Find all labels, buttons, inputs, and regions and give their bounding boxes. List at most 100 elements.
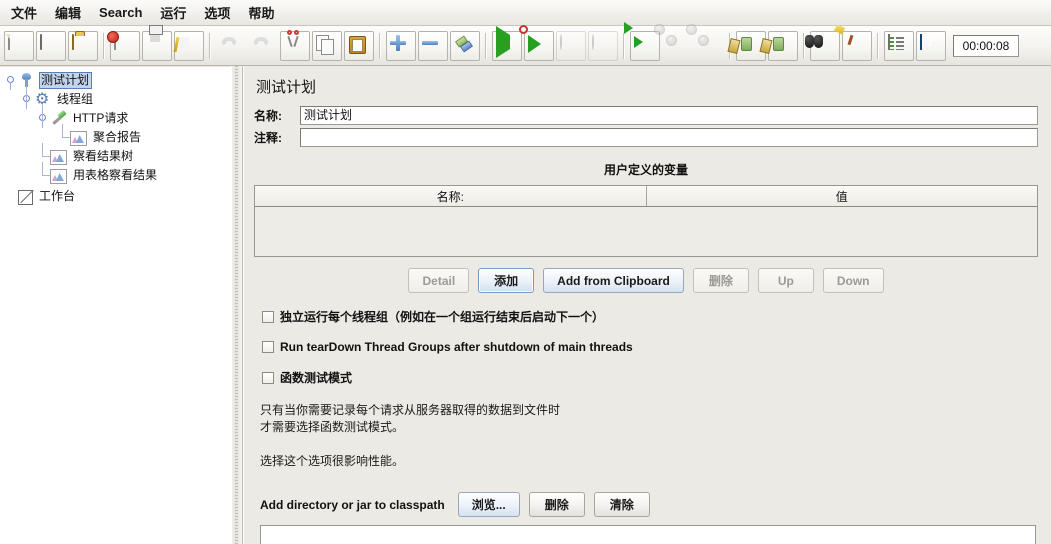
classpath-delete-button[interactable]: 删除 [528,492,585,517]
serialize-thread-groups-row[interactable]: 独立运行每个线程组（例如在一个组运行结束后启动下一个） [254,308,1038,325]
name-input[interactable]: 测试计划 [300,106,1038,125]
browse-button[interactable]: 浏览... [457,492,520,517]
variables-button-row: Detail 添加 Add from Clipboard 删除 Up Down [254,268,1038,293]
toolbar-separator [209,32,211,59]
toolbar-separator [379,32,381,59]
down-button[interactable]: Down [822,268,884,293]
tree-node-view-results-in-table[interactable]: 用表格察看结果 [0,162,231,185]
functional-test-mode-checkbox[interactable] [262,371,274,384]
close-document-icon [114,33,136,57]
name-label: 名称: [254,109,282,123]
description-line-3: 选择这个选项很影响性能。 [260,454,405,468]
open-folder-icon [72,33,94,57]
tree-node-thread-group[interactable]: 线程组 [0,86,231,109]
cut-icon [284,29,306,57]
column-header-value[interactable]: 值 [646,186,1037,206]
classpath-row: Add directory or jar to classpath 浏览... … [254,492,1038,517]
tree-expand-handle-test-plan[interactable] [4,71,18,90]
functional-test-mode-row[interactable]: 函数测试模式 [254,369,1038,386]
column-header-name[interactable]: 名称: [255,186,647,206]
redo-button[interactable] [248,31,278,61]
tree-node-view-results-tree[interactable]: 察看结果树 [0,143,231,166]
remote-stop-all-button[interactable] [662,31,692,61]
expand-all-button[interactable] [386,30,416,61]
undo-button[interactable] [216,31,246,61]
listener-chart-icon [50,150,67,165]
classpath-list[interactable] [260,525,1036,544]
detail-button[interactable]: Detail [408,268,470,293]
toolbar: 00:00:08 [0,25,1051,66]
delete-button[interactable]: 删除 [692,268,749,293]
comment-input[interactable] [300,128,1038,147]
menu-options[interactable]: 选项 [195,0,239,26]
user-defined-variables-table[interactable]: 名称: 值 [254,185,1038,257]
test-plan-tree-pane[interactable]: 测试计划 线程组 HTTP请求 聚合报告 [0,66,231,544]
templates-icon [40,33,62,57]
functional-test-mode-label: 函数测试模式 [280,371,353,385]
tree-node-http-request[interactable]: HTTP请求 [0,105,231,128]
templates-button[interactable] [36,30,66,61]
close-button[interactable] [110,30,140,61]
tree-expand-handle-http-request[interactable] [36,105,50,128]
save-button[interactable] [142,30,172,61]
add-from-clipboard-button[interactable]: Add from Clipboard [543,268,684,293]
toolbar-separator [877,32,879,59]
new-document-button[interactable] [4,30,34,61]
stop-button[interactable] [556,30,586,61]
tree-node-workbench[interactable]: 工作台 [0,187,231,206]
menu-help[interactable]: 帮助 [239,0,283,26]
collapse-all-icon [422,35,444,57]
tree-node-test-plan[interactable]: 测试计划 [0,71,231,90]
remote-stop-all-icon [666,35,688,57]
clear-all-button[interactable] [768,30,798,61]
function-helper-button[interactable] [884,30,914,61]
start-no-pauses-button[interactable] [524,30,554,61]
remote-shutdown-all-button[interactable] [694,31,724,61]
open-button[interactable] [68,30,98,61]
toolbar-separator [623,32,625,59]
workbench-icon [18,190,33,205]
toggle-icon [454,35,476,57]
shutdown-icon [592,33,614,57]
collapse-all-button[interactable] [418,30,448,61]
description-line-2: 才需要选择函数测试模式。 [260,420,405,434]
start-no-pauses-icon [528,35,550,57]
remote-start-all-button[interactable] [630,30,660,61]
add-button[interactable]: 添加 [478,268,535,293]
help-button[interactable] [916,30,946,61]
paste-button[interactable] [344,30,374,61]
tree-node-label: HTTP请求 [73,111,129,125]
run-teardown-checkbox[interactable] [262,341,274,353]
tree-node-aggregate-report[interactable]: 聚合报告 [0,124,231,147]
help-icon [920,33,942,57]
redo-icon [252,35,274,57]
up-button[interactable]: Up [757,268,814,293]
page-title: 测试计划 [256,79,317,96]
toggle-button[interactable] [450,30,480,61]
search-button[interactable] [810,30,840,61]
cut-button[interactable] [280,29,310,61]
table-body-empty[interactable] [255,207,1037,256]
shutdown-button[interactable] [588,30,618,61]
menu-edit[interactable]: 编辑 [46,0,90,26]
listener-chart-icon [70,131,87,146]
serialize-thread-groups-checkbox[interactable] [262,310,274,323]
table-header-row: 名称: 值 [255,186,1037,207]
menu-run[interactable]: 运行 [151,0,195,26]
clear-icon [740,35,762,57]
copy-button[interactable] [312,30,342,61]
run-teardown-row[interactable]: Run tearDown Thread Groups after shutdow… [254,340,1038,354]
split-pane-divider[interactable] [231,66,243,544]
menu-file[interactable]: 文件 [2,0,46,26]
classpath-clear-button[interactable]: 清除 [593,492,650,517]
reset-search-button[interactable] [842,30,872,61]
test-plan-tree: 测试计划 线程组 HTTP请求 聚合报告 [0,67,231,206]
listener-chart-icon [50,169,67,184]
save-as-button[interactable] [174,30,204,61]
tree-node-label: 测试计划 [39,72,93,89]
start-button[interactable] [492,25,522,61]
elapsed-timer: 00:00:08 [953,34,1019,57]
menu-search[interactable]: Search [90,2,151,24]
tree-expand-handle-thread-group[interactable] [20,86,34,109]
